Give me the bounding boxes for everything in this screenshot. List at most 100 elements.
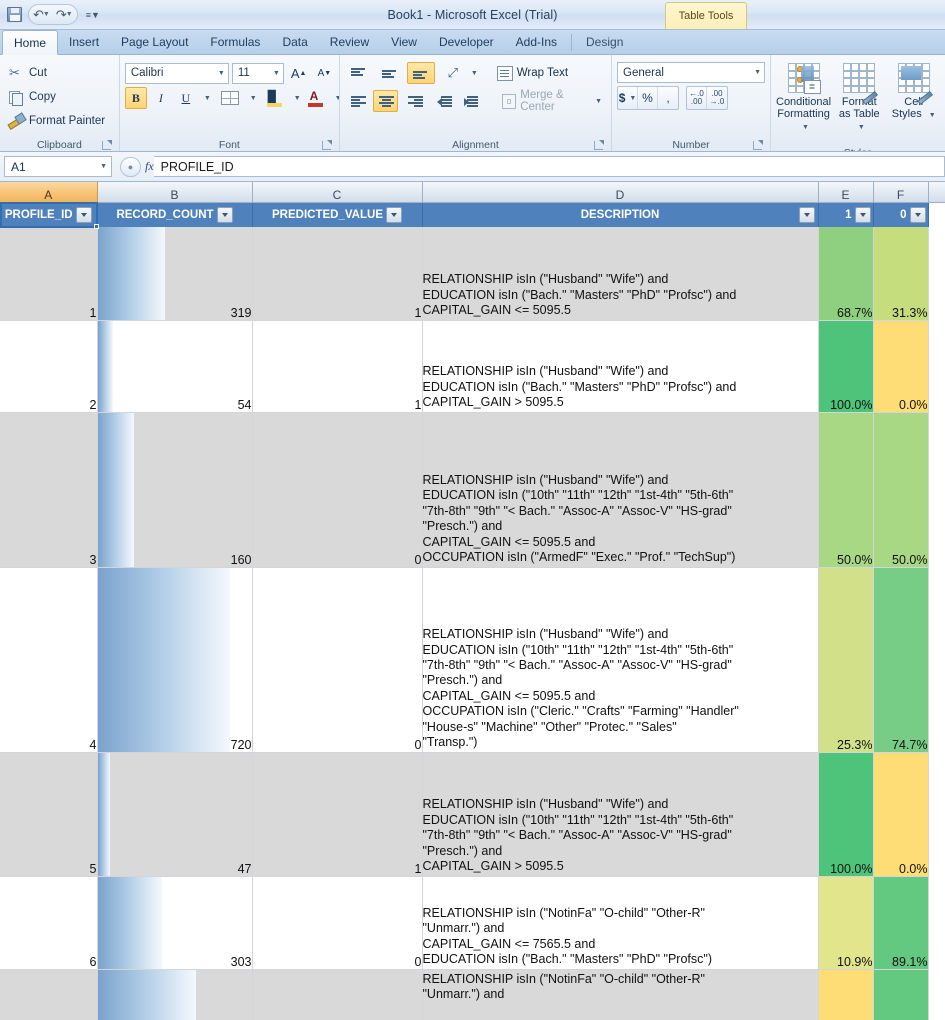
tab-review[interactable]: Review — [319, 30, 380, 54]
cell-c2[interactable]: 1 — [252, 227, 422, 320]
table-row[interactable]: 4 720 0 RELATIONSHIP isIn ("Husband" "Wi… — [0, 567, 945, 752]
name-box-dropdown-icon[interactable]: ▼ — [100, 163, 107, 170]
grow-font-button[interactable]: A▲ — [287, 62, 311, 84]
align-center-button[interactable] — [373, 90, 398, 112]
table-row[interactable]: 2 54 1 RELATIONSHIP isIn ("Husband" "Wif… — [0, 320, 945, 412]
font-size-combo[interactable]: 11 ▼ — [232, 63, 284, 84]
comma-style-button[interactable]: , — [658, 87, 678, 109]
cell-d4[interactable]: RELATIONSHIP isIn ("Husband" "Wife") and… — [422, 412, 818, 567]
cell-c5[interactable]: 0 — [252, 567, 422, 752]
borders-dropdown-icon[interactable]: ▼ — [250, 95, 257, 102]
chevron-down-icon[interactable]: ▼ — [802, 124, 809, 131]
cell-a7[interactable]: 6 — [0, 876, 97, 969]
decrease-decimal-button[interactable]: .00→.0 — [707, 87, 727, 109]
cell-e5[interactable]: 25.3% — [818, 567, 873, 752]
column-header-e[interactable]: E — [818, 182, 873, 202]
font-name-combo[interactable]: Calibri ▼ — [125, 63, 229, 84]
cell-d5[interactable]: RELATIONSHIP isIn ("Husband" "Wife") and… — [422, 567, 818, 752]
filter-dropdown-icon[interactable] — [217, 207, 233, 223]
decrease-indent-button[interactable] — [433, 90, 456, 112]
cell-c4[interactable]: 0 — [252, 412, 422, 567]
cell-d3[interactable]: RELATIONSHIP isIn ("Husband" "Wife") and… — [422, 320, 818, 412]
formula-expand-icon[interactable]: ● — [120, 157, 141, 177]
format-painter-button[interactable]: Format Painter — [5, 109, 108, 132]
table-header-record-count[interactable]: RECORD_COUNT — [97, 202, 252, 227]
cell-b6[interactable]: 47 — [97, 752, 252, 876]
table-row[interactable]: 6 303 0 RELATIONSHIP isIn ("NotinFa" "O-… — [0, 876, 945, 969]
format-as-table-button[interactable]: Formatas Table ▼ — [833, 59, 885, 147]
merge-center-button[interactable]: Merge & Center ▼ — [498, 87, 606, 115]
number-format-combo[interactable]: General ▼ — [617, 62, 765, 83]
tab-design[interactable]: Design — [575, 30, 634, 54]
align-middle-button[interactable] — [376, 62, 404, 84]
filter-dropdown-icon[interactable] — [799, 207, 815, 223]
column-header-f[interactable]: F — [873, 182, 928, 202]
cut-button[interactable]: Cut — [5, 61, 108, 84]
font-dialog-launcher[interactable] — [322, 141, 331, 150]
column-header-c[interactable]: C — [252, 182, 422, 202]
percent-style-button[interactable]: % — [638, 87, 658, 109]
chevron-down-icon[interactable]: ▼ — [929, 112, 936, 119]
tab-developer[interactable]: Developer — [428, 30, 505, 54]
spreadsheet-grid[interactable]: A B C D E F PROFILE_ID RECORD_COUNT — [0, 182, 945, 1020]
shrink-font-button[interactable]: A▼ — [313, 62, 335, 84]
cell-f5[interactable]: 74.7% — [873, 567, 928, 752]
table-header-zero[interactable]: 0 — [873, 202, 928, 227]
cell-c3[interactable]: 1 — [252, 320, 422, 412]
font-color-button[interactable]: A — [304, 87, 328, 109]
align-right-button[interactable] — [401, 90, 426, 112]
align-left-button[interactable] — [345, 90, 370, 112]
table-header-one[interactable]: 1 — [818, 202, 873, 227]
tab-formulas[interactable]: Formulas — [199, 30, 271, 54]
tab-add-ins[interactable]: Add-Ins — [505, 30, 568, 54]
fill-color-dropdown-icon[interactable]: ▼ — [294, 95, 301, 102]
filter-dropdown-icon[interactable] — [386, 207, 402, 223]
cell-f2[interactable]: 31.3% — [873, 227, 928, 320]
table-header-description[interactable]: DESCRIPTION — [422, 202, 818, 227]
column-header-a[interactable]: A — [0, 182, 97, 202]
align-bottom-button[interactable] — [407, 62, 435, 84]
formula-input[interactable]: PROFILE_ID — [154, 156, 945, 177]
cell-d7[interactable]: RELATIONSHIP isIn ("NotinFa" "O-child" "… — [422, 876, 818, 969]
formula-bar-buttons[interactable]: ● fx — [120, 157, 154, 177]
orientation-button[interactable]: ⤢ — [442, 62, 464, 84]
name-box[interactable]: A1 ▼ — [4, 156, 112, 177]
cell-d8[interactable]: RELATIONSHIP isIn ("NotinFa" "O-child" "… — [422, 969, 818, 1020]
table-row[interactable]: 3 160 0 RELATIONSHIP isIn ("Husband" "Wi… — [0, 412, 945, 567]
cell-b5[interactable]: 720 — [97, 567, 252, 752]
column-header-g[interactable] — [928, 182, 945, 202]
italic-button[interactable]: I — [150, 87, 172, 109]
table-row[interactable]: 5 47 1 RELATIONSHIP isIn ("Husband" "Wif… — [0, 752, 945, 876]
cell-d2[interactable]: RELATIONSHIP isIn ("Husband" "Wife") and… — [422, 227, 818, 320]
cell-f4[interactable]: 50.0% — [873, 412, 928, 567]
column-header-d[interactable]: D — [422, 182, 818, 202]
conditional-formatting-button[interactable]: ≣ ConditionalFormatting ▼ — [776, 59, 831, 147]
cell-e3[interactable]: 100.0% — [818, 320, 873, 412]
cell-a2[interactable]: 1 — [0, 227, 97, 320]
cell-a4[interactable]: 3 — [0, 412, 97, 567]
cell-b2[interactable]: 319 — [97, 227, 252, 320]
cell-f8[interactable] — [873, 969, 928, 1020]
wrap-text-button[interactable]: Wrap Text — [493, 64, 572, 83]
number-dialog-launcher[interactable] — [753, 141, 762, 150]
tab-data[interactable]: Data — [271, 30, 318, 54]
copy-button[interactable]: Copy — [5, 85, 108, 108]
cell-b7[interactable]: 303 — [97, 876, 252, 969]
cell-e6[interactable]: 100.0% — [818, 752, 873, 876]
cell-f7[interactable]: 89.1% — [873, 876, 928, 969]
table-header-predicted-value[interactable]: PREDICTED_VALUE — [252, 202, 422, 227]
cell-d6[interactable]: RELATIONSHIP isIn ("Husband" "Wife") and… — [422, 752, 818, 876]
underline-dropdown-icon[interactable]: ▼ — [204, 95, 211, 102]
cell-styles-button[interactable]: CellStyles ▼ — [888, 59, 940, 147]
increase-indent-button[interactable] — [460, 90, 483, 112]
filter-dropdown-icon[interactable] — [910, 207, 926, 223]
filter-dropdown-icon[interactable] — [855, 207, 871, 223]
cell-c8[interactable] — [252, 969, 422, 1020]
chevron-down-icon[interactable]: ▼ — [858, 124, 865, 131]
tab-view[interactable]: View — [380, 30, 428, 54]
underline-button[interactable]: U — [175, 87, 197, 109]
merge-dropdown-icon[interactable]: ▼ — [595, 98, 602, 105]
currency-button[interactable]: $ ▼ — [618, 87, 638, 109]
cell-e4[interactable]: 50.0% — [818, 412, 873, 567]
clipboard-dialog-launcher[interactable] — [102, 141, 111, 150]
